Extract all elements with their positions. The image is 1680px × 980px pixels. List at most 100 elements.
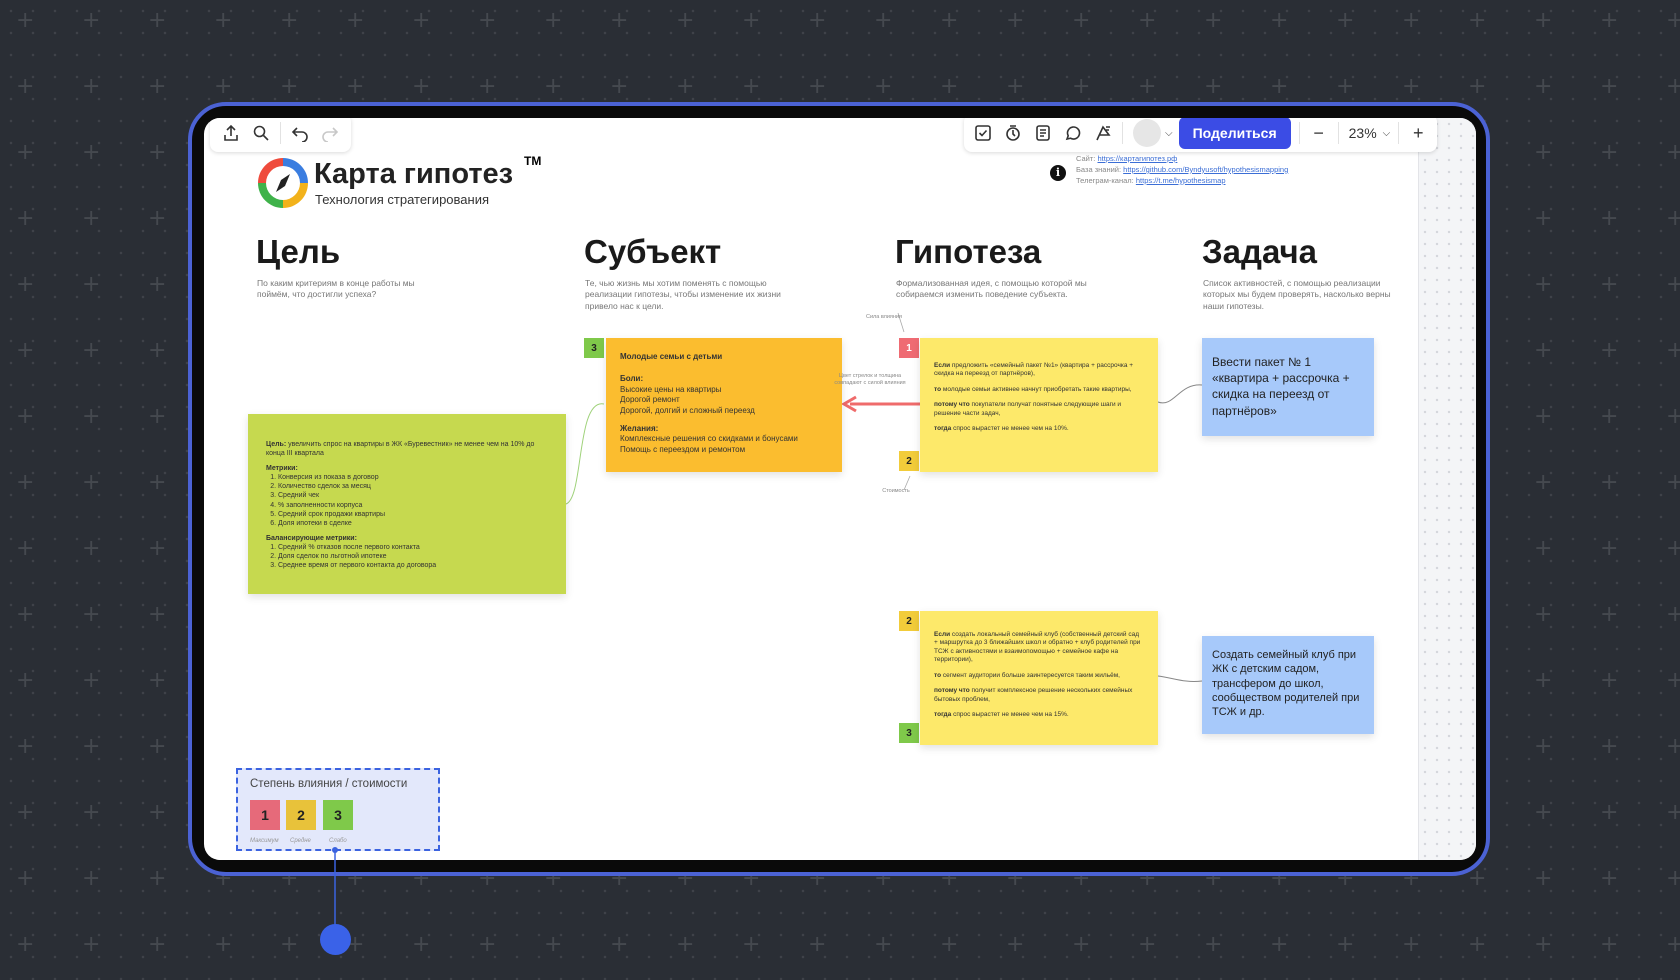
hyp2-bottom-badge: 3 [899,723,919,743]
metric-item: Доля ипотеки в сделке [278,519,548,528]
background-plus: + [148,470,167,495]
wants-label: Желания: [620,423,659,433]
background-plus: + [1468,866,1487,891]
background-plus: + [82,272,101,297]
background-plus: + [82,668,101,693]
legend-item-2: 2 [286,800,316,830]
background-plus: + [16,932,35,957]
subject-badge: 3 [584,338,604,358]
background-plus: + [742,74,761,99]
background-plus: + [148,272,167,297]
pain-item: Дорогой, долгий и сложный переезд [620,405,755,415]
background-plus: + [82,866,101,891]
background-plus: + [82,800,101,825]
background-plus: + [676,8,695,33]
background-plus: + [1006,8,1025,33]
background-plus: + [412,74,431,99]
background-plus: + [1666,74,1680,99]
background-plus: + [82,338,101,363]
annotation-top: Сила влияния [866,314,902,320]
background-plus: + [1600,272,1619,297]
background-plus: + [16,668,35,693]
metric-item: Конверсия из показа в договор [278,473,548,482]
metric-item: Средний чек [278,491,548,500]
background-plus: + [148,800,167,825]
background-plus: + [874,932,893,957]
background-plus: + [1666,668,1680,693]
hypothesis-note-1[interactable]: Если предложить «семейный пакет №1» (ква… [920,338,1158,472]
background-plus: + [1666,272,1680,297]
background-plus: + [280,74,299,99]
background-plus: + [1468,8,1487,33]
background-plus: + [676,74,695,99]
background-plus: + [1402,932,1421,957]
background-plus: + [874,74,893,99]
task-note-2[interactable]: Создать семейный клуб при ЖК с детским с… [1202,636,1374,734]
background-plus: + [1666,8,1680,33]
background-plus: + [82,470,101,495]
pointer-handle[interactable] [320,924,351,955]
wants-list: Комплексные решения со скидками и бонуса… [620,434,828,455]
background-plus: + [1534,866,1553,891]
want-item: Помощь с переездом и ремонтом [620,444,746,454]
hyp2-because: потому что получит комплексное решение н… [934,687,1133,703]
background-plus: + [1534,404,1553,429]
background-plus: + [544,74,563,99]
background-plus: + [82,734,101,759]
background-plus: + [1534,932,1553,957]
background-plus: + [1534,272,1553,297]
pains-label: Боли: [620,374,644,384]
background-plus: + [1534,140,1553,165]
task-note-1[interactable]: Ввести пакет № 1 «квартира + рассрочка +… [1202,338,1374,436]
metrics-list: Конверсия из показа в договорКоличество … [266,473,548,528]
background-plus: + [1600,74,1619,99]
hypothesis-note-2[interactable]: Если создать локальный семейный клуб (со… [920,611,1158,745]
background-plus: + [16,536,35,561]
hyp1-then: то молодые семьи активнее начнут приобре… [934,385,1132,393]
background-plus: + [1666,140,1680,165]
background-plus: + [676,932,695,957]
background-plus: + [82,536,101,561]
annotation-bottom: Стоимость [882,488,910,494]
background-plus: + [16,866,35,891]
background-plus: + [478,8,497,33]
subject-note[interactable]: Молодые семьи с детьми Боли: Высокие цен… [606,338,842,472]
background-plus: + [1600,338,1619,363]
background-plus: + [1336,932,1355,957]
hyp2-top-badge: 2 [899,611,919,631]
background-plus: + [16,800,35,825]
background-plus: + [16,272,35,297]
background-plus: + [1204,932,1223,957]
background-plus: + [610,932,629,957]
background-plus: + [1006,74,1025,99]
background-plus: + [16,734,35,759]
task-1-text: Ввести пакет № 1 «квартира + рассрочка +… [1212,355,1350,418]
background-plus: + [412,932,431,957]
background-plus: + [1468,932,1487,957]
background-plus: + [148,536,167,561]
legend-title: Степень влияния / стоимости [250,778,408,790]
legend-panel[interactable]: Степень влияния / стоимости 1 2 3 Максим… [236,768,440,851]
subject-title: Молодые семьи с детьми [620,352,723,361]
background-plus: + [148,8,167,33]
background-plus: + [1666,602,1680,627]
background-plus: + [1270,932,1289,957]
balancing-list: Средний % отказов после первого контакта… [266,543,548,570]
background-plus: + [1600,536,1619,561]
metrics-label: Метрики: [266,465,298,473]
background-plus: + [1666,404,1680,429]
background-plus: + [1600,602,1619,627]
hyp2-then: то сегмент аудитории больше заинтересует… [934,671,1120,679]
background-plus: + [16,8,35,33]
goal-text: Цель: увеличить спрос на квартиры в ЖК «… [266,441,535,458]
background-plus: + [346,74,365,99]
hyp1-when: тогда спрос вырастет не менее чем на 10%… [934,425,1069,433]
metric-item: % заполненности корпуса [278,501,548,510]
goal-note[interactable]: Цель: увеличить спрос на квартиры в ЖК «… [248,414,566,594]
background-plus: + [82,8,101,33]
background-plus: + [1402,8,1421,33]
background-plus: + [148,338,167,363]
background-plus: + [82,404,101,429]
background-plus: + [1600,866,1619,891]
hyp2-when: тогда спрос вырастет не менее чем на 15%… [934,711,1069,719]
